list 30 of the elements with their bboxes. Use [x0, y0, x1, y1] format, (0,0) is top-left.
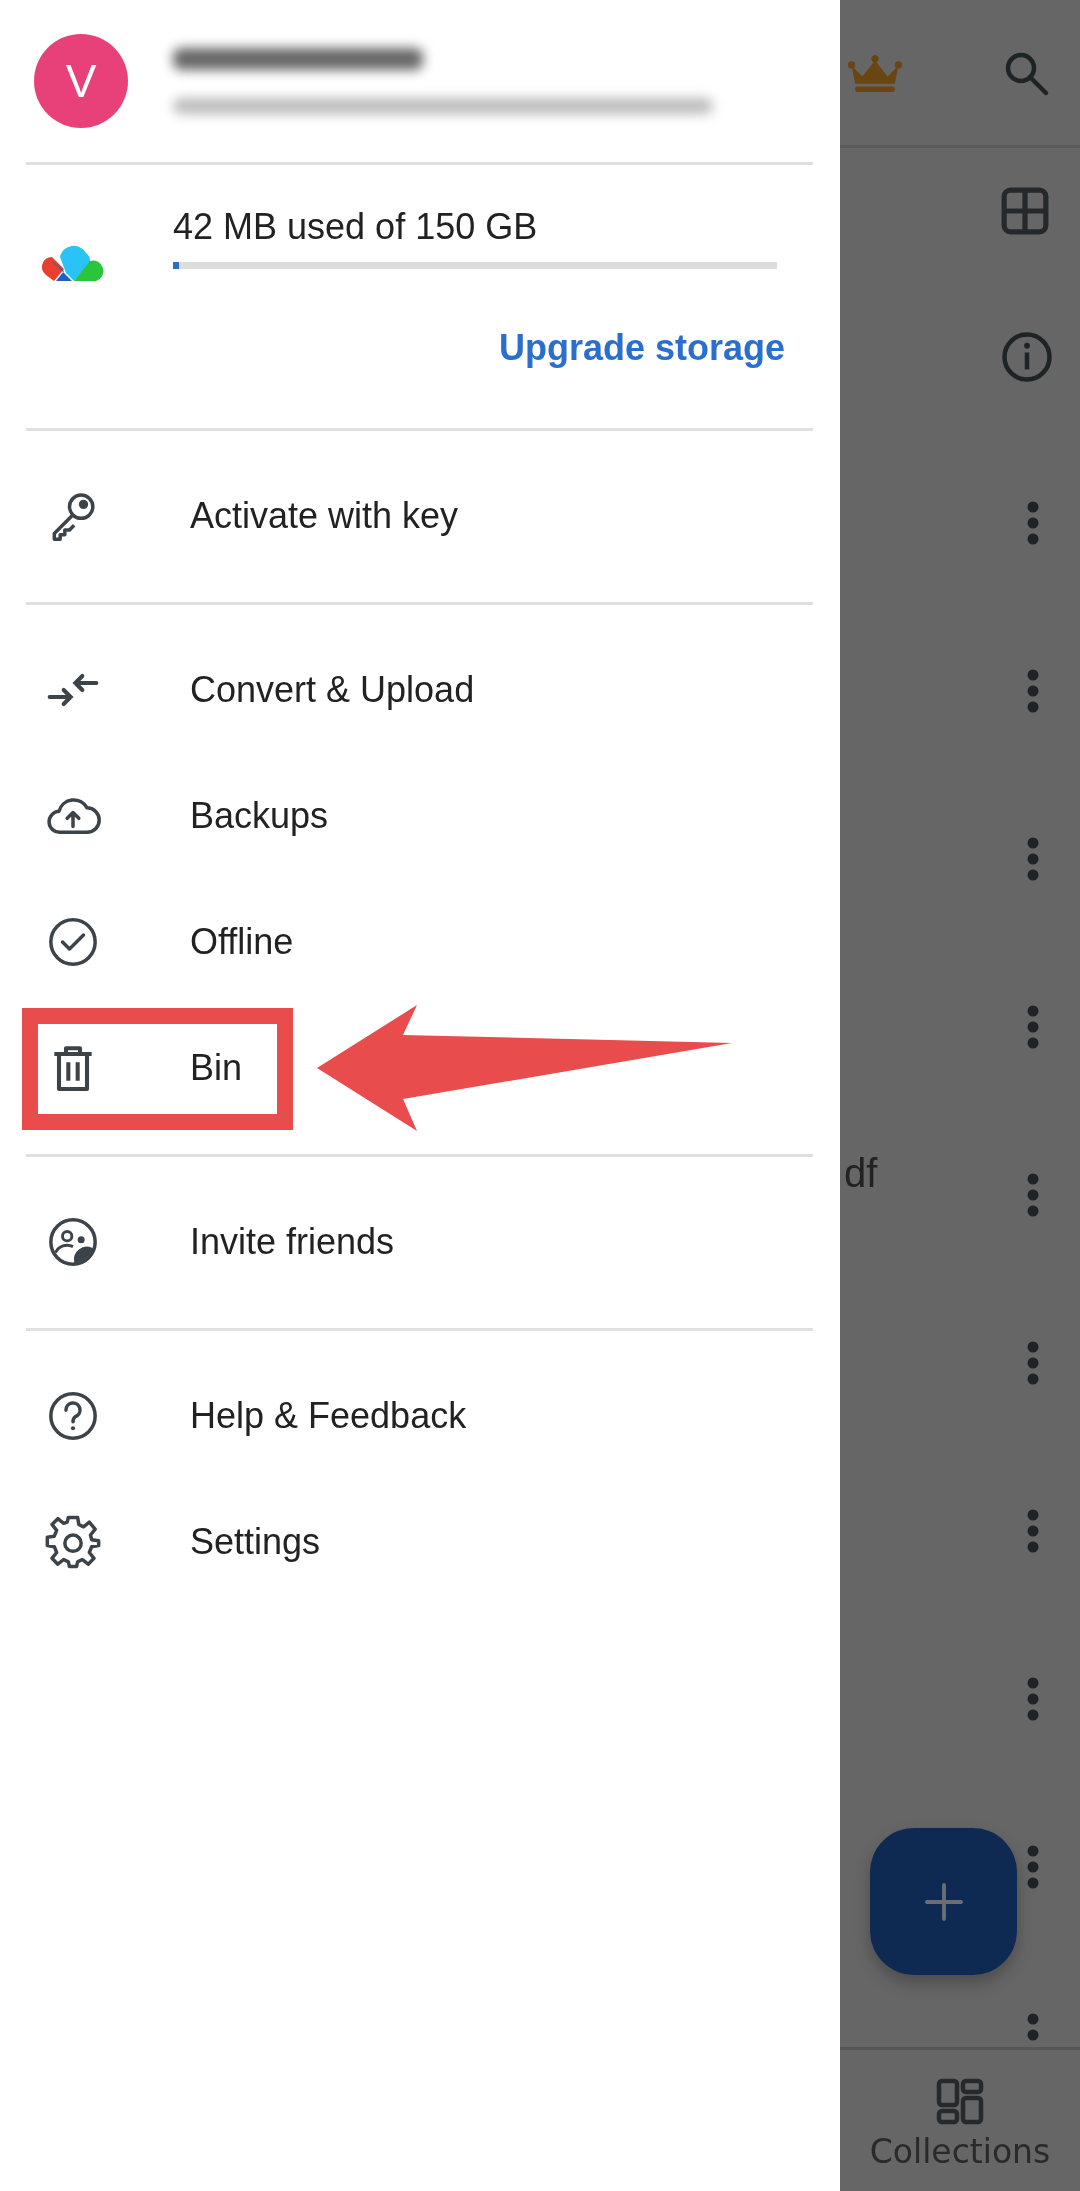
- more-options-icon[interactable]: [1027, 1005, 1039, 1049]
- more-options-icon[interactable]: [1027, 837, 1039, 881]
- cloud-logo-icon: [42, 243, 106, 283]
- more-options-icon[interactable]: [1027, 1845, 1039, 1889]
- menu-item[interactable]: Convert & Upload: [0, 627, 840, 753]
- upgrade-storage-link[interactable]: Upgrade storage: [498, 327, 785, 369]
- more-options-icon[interactable]: [1027, 669, 1039, 713]
- menu-item[interactable]: Help & Feedback: [0, 1353, 840, 1479]
- add-button[interactable]: [870, 1828, 1017, 1975]
- settings-icon: [45, 1514, 101, 1570]
- menu-item[interactable]: Backups: [0, 753, 840, 879]
- more-options-icon[interactable]: [1027, 1341, 1039, 1385]
- menu-item[interactable]: Activate with key: [0, 453, 840, 579]
- file-name: df: [844, 1151, 878, 1196]
- crown-icon[interactable]: [848, 52, 902, 93]
- collections-icon: [936, 2078, 984, 2126]
- menu-item[interactable]: Invite friends: [0, 1179, 840, 1305]
- more-options-icon[interactable]: [1027, 1509, 1039, 1553]
- menu-item[interactable]: Settings: [0, 1479, 840, 1605]
- info-icon[interactable]: [1000, 329, 1054, 384]
- grid-view-icon[interactable]: [1000, 186, 1050, 236]
- more-options-icon[interactable]: [1027, 501, 1039, 545]
- more-options-icon[interactable]: [1027, 2013, 1039, 2042]
- more-options-icon[interactable]: [1027, 1173, 1039, 1217]
- menu-item[interactable]: Bin: [0, 1005, 840, 1131]
- menu-item[interactable]: Offline: [0, 879, 840, 1005]
- plus-icon: [924, 1882, 963, 1921]
- avatar[interactable]: V: [34, 34, 128, 128]
- more-options-icon[interactable]: [1027, 1677, 1039, 1721]
- storage-usage-text: 42 MB used of 150 GB: [173, 205, 539, 249]
